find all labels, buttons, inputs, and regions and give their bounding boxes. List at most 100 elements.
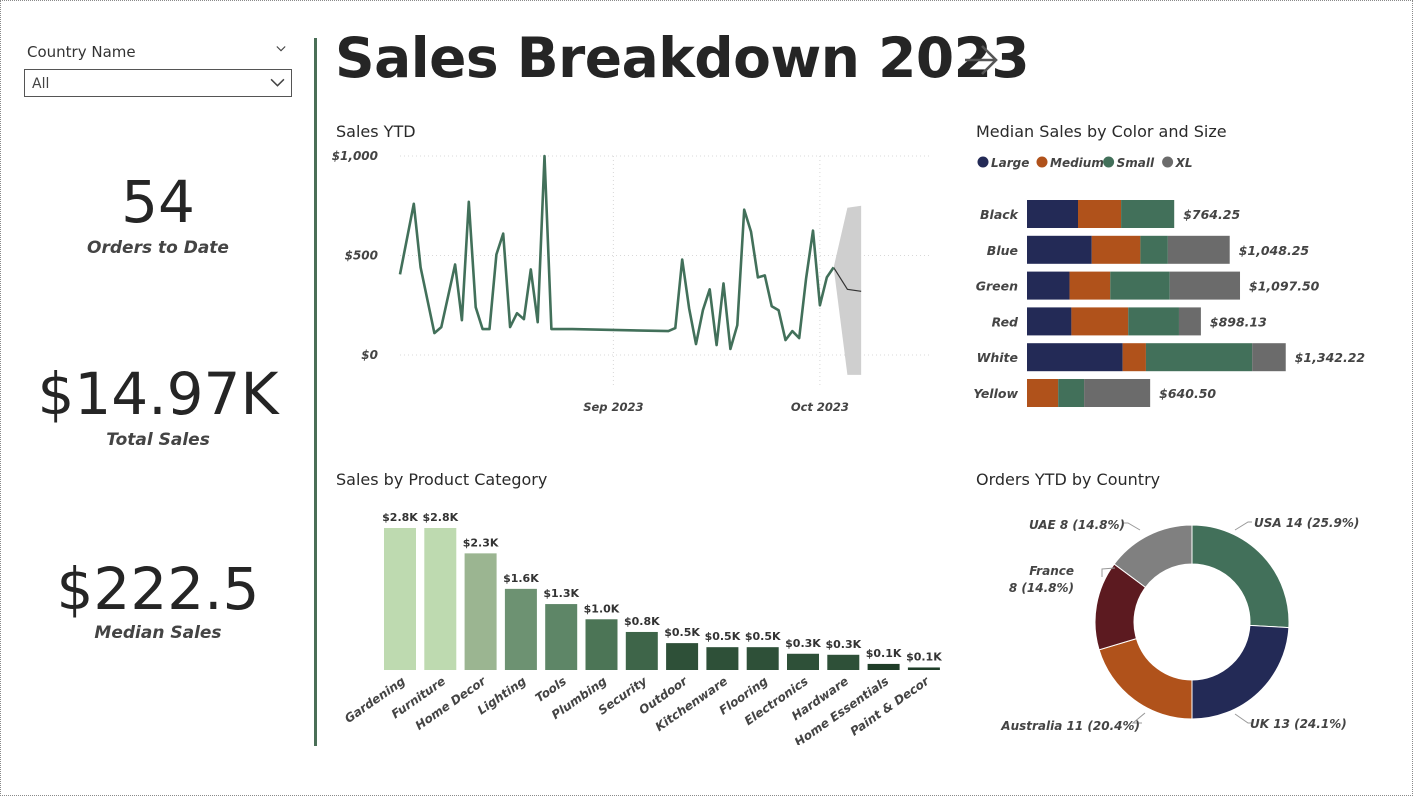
chevron-down-icon [270,78,285,87]
total-label: $764.25 [1183,207,1240,222]
category-label: Green [976,279,1018,294]
category-label: Red [992,314,1019,329]
slice-label: UK 13 (24.1%) [1250,717,1347,731]
country-filter-value: All [32,76,50,92]
data-label: $1.6K [503,572,539,585]
data-label: $0.8K [624,615,660,628]
orders-kpi-label: Orders to Date [87,238,229,258]
legend-marker [1162,156,1174,168]
sales-ytd-chart[interactable]: $0 $500 $1,000 Sep 2023 Oct 2023 [330,140,940,425]
bar-segment [1027,271,1070,300]
category-label: Blue [987,243,1018,258]
bar [545,604,578,670]
legend-marker [1103,156,1115,168]
bar-segment [1027,343,1123,372]
legend-marker [977,156,989,168]
section-divider [314,38,317,746]
data-label: $0.1K [866,647,902,660]
legend-label: Medium [1050,156,1104,170]
arrow-right-icon[interactable] [962,40,1000,80]
data-label: $0.5K [705,630,741,643]
category-label: Yellow [973,386,1018,401]
country-filter-dropdown[interactable]: All [24,69,292,97]
y-tick-label: $500 [345,249,378,263]
data-label: $2.8K [422,511,458,524]
donut-slice [1098,638,1193,720]
data-label: $1.3K [543,587,579,600]
data-label: $0.3K [785,637,821,650]
country-filter-label: Country Name [27,43,136,61]
slice-label: France [1029,564,1074,578]
orders-by-country-title: Orders YTD by Country [976,470,1161,489]
legend-label: Large [991,156,1029,170]
data-label: $0.1K [906,650,942,663]
chevron-down-icon[interactable] [276,44,286,54]
bar [706,647,739,670]
bar-segment [1121,200,1175,228]
bar-segment [1071,307,1129,336]
bar [384,528,416,670]
bar-segment [1084,379,1151,407]
x-tick-label: Sep 2023 [583,400,643,414]
bar [827,654,860,670]
bar-segment [1091,235,1141,264]
bar-segment [1169,271,1241,300]
bar-segment [1027,235,1092,264]
bar [867,663,900,670]
total-label: $1,342.22 [1295,350,1365,365]
bar [746,647,779,670]
bar-segment [1122,343,1146,372]
sales-by-category-title: Sales by Product Category [336,470,548,489]
bar-segment [1027,307,1072,336]
bar [907,667,940,670]
bar [666,643,699,670]
y-tick-label: $0 [361,348,378,362]
data-label: $0.5K [664,626,700,639]
leader-line [1124,522,1141,531]
bar [585,619,618,670]
data-label: $0.5K [745,630,781,643]
bar [424,528,457,670]
bar-segment [1167,235,1230,264]
category-label: Black [980,207,1019,222]
slice-label: 8 (14.8%) [1009,581,1074,595]
bar-segment [1069,271,1111,300]
total-label: $1,097.50 [1249,279,1320,294]
sales-by-category-chart[interactable]: $2.8KGardening$2.8KFurniture$2.3KHome De… [330,495,950,745]
median-sales-kpi-label: Median Sales [94,623,222,643]
sales-line [398,154,835,351]
median-sales-kpi-value: $222.5 [56,555,260,623]
slice-label: UAE 8 (14.8%) [1029,518,1125,532]
donut-slice [1191,524,1290,629]
legend-label: Small [1117,156,1155,170]
bar-segment [1145,343,1253,372]
leader-line [1234,521,1252,531]
bar-segment [1110,271,1170,300]
legend-label: XL [1175,156,1193,170]
slice-label: USA 14 (25.9%) [1254,516,1359,530]
bar-segment [1027,379,1059,407]
bar-segment [1027,200,1079,228]
sales-ytd-title: Sales YTD [336,122,416,141]
bar-segment [1140,235,1168,264]
median-color-size-chart[interactable]: Large Medium Small XL Black $764.25 Blue $1,048… [970,145,1390,415]
bar-segment [1128,307,1179,336]
total-sales-kpi-label: Total Sales [106,430,210,450]
donut-slice [1191,624,1290,720]
total-label: $898.13 [1210,314,1267,329]
total-label: $1,048.25 [1239,243,1310,258]
y-tick-label: $1,000 [332,149,378,163]
total-label: $640.50 [1159,386,1216,401]
category-label: White [977,350,1018,365]
slice-label: Australia 11 (20.4%) [1000,719,1140,733]
bar-segment [1078,200,1122,228]
page-title: Sales Breakdown 2023 [335,26,1030,90]
bar-segment [1058,379,1085,407]
orders-by-country-chart[interactable]: USA 14 (25.9%) UK 13 (24.1%) Australia 11 … [970,495,1400,750]
total-sales-kpi-value: $14.97K [37,360,279,428]
median-color-size-title: Median Sales by Color and Size [976,122,1227,141]
bar [504,588,537,670]
bar [625,631,658,670]
x-tick-label: Oct 2023 [791,400,849,414]
data-label: $2.8K [382,511,418,524]
